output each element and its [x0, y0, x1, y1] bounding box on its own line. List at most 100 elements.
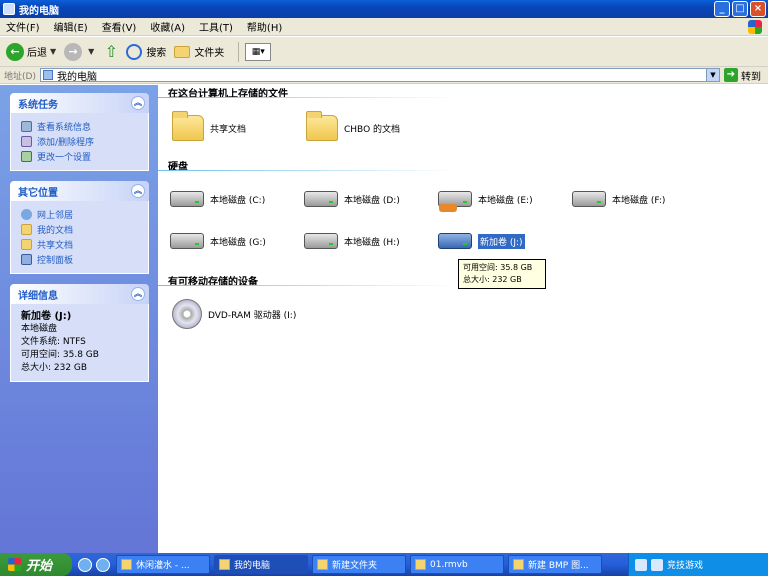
task-add-remove-programs[interactable]: 添加/删除程序 — [21, 134, 140, 149]
folder-icon — [21, 224, 32, 235]
folder-shared-documents[interactable]: 共享文档 — [172, 111, 246, 141]
menu-edit[interactable]: 编辑(E) — [54, 19, 88, 34]
media-icon[interactable] — [96, 557, 110, 572]
windows-logo-icon — [8, 558, 21, 571]
system-tasks-header[interactable]: 系统任务 ︽ — [10, 93, 149, 113]
group-divider — [158, 285, 458, 286]
place-label: 网上邻居 — [37, 211, 74, 221]
hard-drive-icon — [438, 233, 472, 249]
folders-button[interactable]: 文件夹 — [174, 44, 224, 59]
detail-filesystem: 文件系统: NTFS — [21, 337, 86, 347]
taskbar-item-active[interactable]: 我的电脑 — [214, 555, 308, 574]
chevron-down-icon[interactable]: ▼ — [50, 47, 56, 56]
folder-icon — [306, 111, 338, 141]
group-divider — [158, 97, 458, 98]
back-label: 后退 — [27, 48, 47, 59]
collapse-icon[interactable]: ︽ — [131, 184, 145, 198]
help-icon[interactable] — [651, 558, 663, 571]
shared-drive-icon — [438, 191, 472, 212]
system-tray: 竞技游戏 — [628, 553, 768, 576]
menu-tools[interactable]: 工具(T) — [199, 19, 233, 34]
taskbar-item-label: 新建文件夹 — [332, 561, 378, 571]
taskbar-item[interactable]: 新建文件夹 — [312, 555, 406, 574]
item-label: 本地磁盘 (H:) — [344, 237, 400, 248]
menu-view[interactable]: 查看(V) — [102, 19, 137, 34]
menu-bar: 文件(F) 编辑(E) 查看(V) 收藏(A) 工具(T) 帮助(H) — [0, 18, 768, 36]
collapse-icon[interactable]: ︽ — [131, 287, 145, 301]
item-label: 新加卷 (J:) — [477, 232, 526, 250]
search-button[interactable]: 搜索 — [126, 43, 166, 60]
other-places-list: 网上邻居 我的文档 共享文档 控制面板 — [10, 201, 149, 274]
place-shared-documents[interactable]: 共享文档 — [21, 237, 140, 252]
address-bar: 地址(D) 我的电脑 ▼ ➔ 转到 — [0, 67, 768, 84]
system-info-icon — [21, 121, 32, 132]
item-label: 本地磁盘 (G:) — [210, 237, 266, 248]
drive-f[interactable]: 本地磁盘 (F:) — [572, 191, 665, 207]
panel-title: 详细信息 — [18, 290, 58, 302]
close-button[interactable]: × — [750, 1, 766, 17]
details-header[interactable]: 详细信息 ︽ — [10, 284, 149, 304]
drive-c[interactable]: 本地磁盘 (C:) — [170, 191, 265, 207]
place-my-documents[interactable]: 我的文档 — [21, 222, 140, 237]
content-pane: 在这台计算机上存储的文件 共享文档 CHBO 的文档 硬盘 本地磁盘 (C:) … — [158, 85, 768, 553]
menu-help[interactable]: 帮助(H) — [247, 19, 282, 34]
place-label: 我的文档 — [37, 226, 74, 236]
windows-logo-icon — [748, 20, 762, 34]
collapse-icon[interactable]: ︽ — [131, 96, 145, 110]
taskbar-item[interactable]: 休闲灌水 - ... — [116, 555, 210, 574]
browser-icon[interactable] — [78, 557, 92, 572]
taskbar-item[interactable]: 新建 BMP 图... — [508, 555, 602, 574]
paint-icon — [513, 559, 524, 570]
chevron-down-icon[interactable]: ▼ — [705, 69, 719, 81]
address-label: 地址(D) — [4, 71, 36, 82]
taskbar-item-label: 新建 BMP 图... — [528, 561, 589, 571]
menu-favorites[interactable]: 收藏(A) — [150, 19, 185, 34]
forward-button[interactable]: → ▼ — [64, 42, 94, 61]
place-control-panel[interactable]: 控制面板 — [21, 252, 140, 267]
drive-g[interactable]: 本地磁盘 (G:) — [170, 233, 266, 249]
hard-drive-icon — [572, 191, 606, 207]
dvd-drive-icon — [172, 299, 202, 329]
window-controls: _ □ × — [714, 1, 766, 17]
hard-drive-icon — [304, 191, 338, 207]
place-network[interactable]: 网上邻居 — [21, 207, 140, 222]
window-title: 我的电脑 — [19, 5, 59, 17]
task-view-system-info[interactable]: 查看系统信息 — [21, 119, 140, 134]
start-button[interactable]: 开始 — [0, 553, 72, 576]
up-folder-icon[interactable]: ⇧ — [102, 42, 120, 61]
drive-h[interactable]: 本地磁盘 (H:) — [304, 233, 400, 249]
drive-d[interactable]: 本地磁盘 (D:) — [304, 191, 400, 207]
taskbar-item-label: 01.rmvb — [430, 559, 468, 570]
address-input[interactable]: 我的电脑 ▼ — [39, 68, 720, 83]
item-label: DVD-RAM 驱动器 (I:) — [208, 310, 297, 321]
start-label: 开始 — [26, 559, 53, 574]
tooltip-total: 总大小: 232 GB — [463, 275, 522, 284]
task-label: 更改一个设置 — [37, 153, 92, 163]
task-pane: 系统任务 ︽ 查看系统信息 添加/删除程序 更改一个设置 其它位置 ︽ 网上邻居… — [0, 85, 158, 553]
views-button[interactable]: ▦▾ — [245, 42, 272, 61]
taskbar-item[interactable]: 01.rmvb — [410, 555, 504, 574]
other-places-header[interactable]: 其它位置 ︽ — [10, 181, 149, 201]
drive-j-selected[interactable]: 新加卷 (J:) — [438, 232, 526, 250]
item-label: CHBO 的文档 — [344, 124, 401, 135]
keyboard-icon[interactable] — [635, 558, 647, 571]
menu-file[interactable]: 文件(F) — [6, 19, 40, 34]
quick-launch — [78, 557, 110, 572]
chevron-down-icon[interactable]: ▼ — [88, 47, 94, 56]
go-button[interactable]: ➔ 转到 — [723, 68, 761, 83]
watermark-text: 竞技游戏 — [667, 561, 704, 571]
detail-name: 新加卷 (J:) — [21, 311, 72, 322]
folder-chbo-documents[interactable]: CHBO 的文档 — [306, 111, 401, 141]
maximize-button[interactable]: □ — [732, 1, 748, 17]
drive-dvd-i[interactable]: DVD-RAM 驱动器 (I:) — [172, 299, 296, 329]
video-file-icon — [415, 559, 426, 570]
place-label: 控制面板 — [37, 256, 74, 266]
back-arrow-icon: ← — [6, 42, 24, 61]
minimize-button[interactable]: _ — [714, 1, 730, 17]
folder-icon — [21, 239, 32, 250]
task-change-setting[interactable]: 更改一个设置 — [21, 149, 140, 164]
item-label: 本地磁盘 (C:) — [210, 195, 266, 206]
item-label: 本地磁盘 (F:) — [612, 195, 666, 206]
back-button[interactable]: ← 后退 ▼ — [6, 42, 56, 61]
drive-e[interactable]: 本地磁盘 (E:) — [438, 191, 533, 212]
